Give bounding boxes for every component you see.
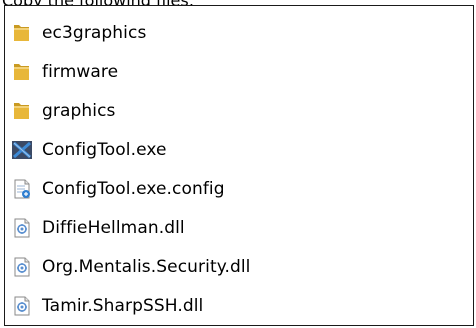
file-row-diffiehellman-dll[interactable]: DiffieHellman.dll <box>11 208 250 247</box>
app-x-icon <box>11 139 33 161</box>
config-file-icon <box>11 178 33 200</box>
dll-file-icon <box>11 256 33 278</box>
file-row-tamir-sharpssh-dll[interactable]: Tamir.SharpSSH.dll <box>11 286 250 325</box>
file-list-panel: ec3graphics firmware graphics ConfigTool… <box>4 5 474 326</box>
file-row-graphics[interactable]: graphics <box>11 91 250 130</box>
file-name: DiffieHellman.dll <box>42 217 185 238</box>
file-name: firmware <box>42 61 119 82</box>
folder-icon <box>11 100 33 122</box>
file-name: ConfigTool.exe.config <box>42 178 225 199</box>
file-name: graphics <box>42 100 116 121</box>
file-name: Tamir.SharpSSH.dll <box>42 295 204 316</box>
file-list: ec3graphics firmware graphics ConfigTool… <box>11 13 250 325</box>
file-row-ec3graphics[interactable]: ec3graphics <box>11 13 250 52</box>
file-name: ec3graphics <box>42 22 147 43</box>
folder-icon <box>11 22 33 44</box>
file-row-configtool-exe[interactable]: ConfigTool.exe <box>11 130 250 169</box>
file-name: Org.Mentalis.Security.dll <box>42 256 251 277</box>
file-row-configtool-exe-config[interactable]: ConfigTool.exe.config <box>11 169 250 208</box>
dll-file-icon <box>11 295 33 317</box>
dll-file-icon <box>11 217 33 239</box>
folder-icon <box>11 61 33 83</box>
file-row-org-mentalis-security-dll[interactable]: Org.Mentalis.Security.dll <box>11 247 250 286</box>
file-name: ConfigTool.exe <box>42 139 167 160</box>
file-row-firmware[interactable]: firmware <box>11 52 250 91</box>
